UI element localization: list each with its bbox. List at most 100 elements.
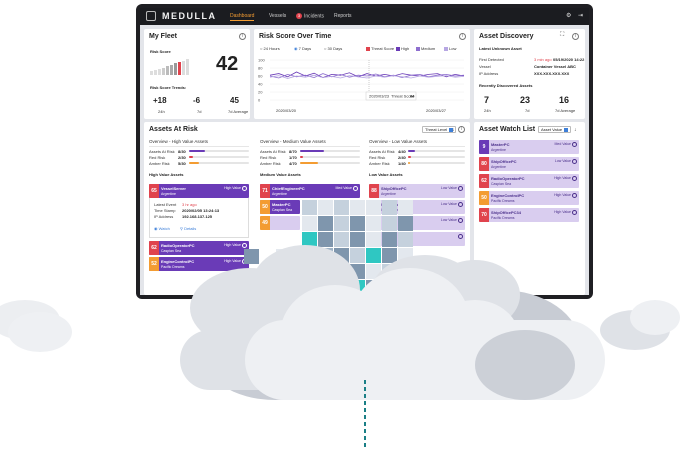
heatmap-tile[interactable] (334, 232, 349, 247)
check-icon[interactable] (572, 159, 577, 164)
heatmap-tile[interactable] (350, 200, 365, 215)
heatmap-tile[interactable] (350, 248, 365, 263)
connector-line (364, 380, 366, 450)
watch-list-item[interactable]: 70 ShipOfficePC34 Pacific Dreams High Value (479, 208, 579, 222)
asset-tag: High Value (224, 186, 241, 190)
stat-7d-caption: 7d (525, 108, 530, 113)
check-icon[interactable] (458, 186, 463, 191)
asset-tag: Low Value (440, 202, 457, 206)
eye-icon: ◉ (154, 226, 158, 231)
heatmap-tile[interactable] (398, 200, 413, 215)
heatmap-tile[interactable] (366, 216, 381, 231)
asset-row[interactable]: 49 (260, 216, 300, 230)
asset-tag: Low Value (440, 218, 457, 222)
asset-location: Pacific Dreams (491, 199, 515, 203)
heatmap-tile[interactable] (334, 200, 349, 215)
logout-icon[interactable]: ⇥ (578, 12, 583, 19)
range-30d-radio[interactable]: ○ 30 Days (324, 46, 342, 51)
check-icon[interactable] (242, 243, 247, 248)
details-button[interactable]: ⚲ Details (180, 226, 196, 231)
heatmap-tile[interactable] (366, 232, 381, 247)
range-24h-radio[interactable]: ○ 24 Hours (260, 46, 280, 51)
check-icon[interactable] (572, 142, 577, 147)
heatmap-tile[interactable] (244, 249, 259, 264)
info-icon[interactable]: i (458, 126, 465, 133)
info-icon[interactable]: i (459, 33, 466, 40)
heatmap-tile[interactable] (398, 232, 413, 247)
watch-list-item[interactable]: 9 MasterPC Argentine Med Value (479, 140, 579, 154)
heatmap-tile[interactable] (350, 232, 365, 247)
info-icon[interactable]: i (239, 33, 246, 40)
legend-high[interactable]: High (396, 46, 409, 51)
heatmap-tile[interactable] (350, 216, 365, 231)
info-icon[interactable]: i (572, 33, 579, 40)
heatmap-tile[interactable] (366, 248, 381, 263)
tooltip-value: 64 (410, 94, 415, 99)
range-label: 30 Days (327, 46, 343, 51)
y-tick-label: 40 (258, 82, 263, 87)
watch-list-item[interactable]: 50 EngineControlPC Pacific Dreams High Valu… (479, 191, 579, 205)
asset-value-select[interactable]: Asset Value (538, 126, 572, 133)
nav-reports[interactable]: Reports (334, 13, 352, 19)
asset-row[interactable]: 88 ShipOfficePC Argentine Low Value (369, 184, 465, 198)
overview-title: Overview - Low Value Assets (369, 139, 427, 144)
heatmap-tile[interactable] (366, 200, 381, 215)
heatmap-tile[interactable] (382, 200, 397, 215)
heatmap-tile[interactable] (318, 216, 333, 231)
section-title: High Value Assets (149, 172, 184, 177)
watch-list-item[interactable]: 80 ShipOfficePC Argentine Low Value (479, 157, 579, 171)
overview-row-value: 1/70 (289, 155, 297, 160)
heatmap-tile[interactable] (382, 232, 397, 247)
check-icon[interactable] (242, 186, 247, 191)
sort-icon[interactable]: ↓ (452, 127, 455, 133)
heatmap-tile[interactable] (318, 200, 333, 215)
y-tick-label: 80 (258, 66, 263, 71)
asset-location: Pacific Dreams (491, 216, 515, 220)
risk-bar (408, 150, 465, 152)
asset-location: Argentine (491, 165, 506, 169)
legend-low[interactable]: Low (444, 46, 456, 51)
divider (369, 146, 465, 147)
asset-location: Argentine (491, 148, 506, 152)
stat-avg-caption: 7d Average (555, 108, 576, 113)
divider (149, 146, 249, 147)
legend-threat-score[interactable]: Threat Score (366, 46, 394, 51)
asset-score: 62 (479, 174, 489, 188)
watch-list-item[interactable]: 62 RadioOperatorPC Caspian Sea High Value (479, 174, 579, 188)
asset-row[interactable]: 62 RadioOperatorPC Caspian Sea High Valu… (149, 241, 249, 255)
check-icon[interactable] (458, 202, 463, 207)
overview-title: Overview - Medium Value Assets (260, 139, 326, 144)
asset-row[interactable]: 65 VesselServer Argentine High Value (149, 184, 249, 198)
heatmap-tile[interactable] (398, 216, 413, 231)
sort-icon[interactable]: ↓ (574, 127, 577, 133)
heatmap-tile[interactable] (382, 216, 397, 231)
risk-line-chart[interactable]: 100806040200 2020/03/23 Threat Score 64 … (256, 56, 468, 116)
expand-icon[interactable]: ⛶ (560, 32, 564, 39)
card-title: Asset Watch List (479, 126, 536, 133)
check-icon[interactable] (572, 210, 577, 215)
field-key: Vessel (479, 64, 491, 69)
heatmap-tile[interactable] (318, 232, 333, 247)
check-icon[interactable] (353, 186, 358, 191)
asset-name: EngineControlPC (161, 259, 195, 264)
asset-location: Caspian Sea (161, 249, 182, 253)
nav-incidents[interactable]: 3 Incidents (296, 13, 324, 19)
range-7d-radio[interactable]: ◉ 7 Days (294, 46, 311, 51)
check-icon[interactable] (458, 218, 463, 223)
asset-tag: High Value (554, 210, 571, 214)
heatmap-tile[interactable] (302, 216, 317, 231)
check-icon[interactable] (458, 234, 463, 239)
asset-row[interactable]: 50 MasterPC Caspian Sea (260, 200, 300, 214)
check-icon[interactable] (572, 193, 577, 198)
detail-key: IP Address (154, 214, 174, 219)
settings-icon[interactable]: ⚙ (566, 12, 571, 19)
check-icon[interactable] (572, 176, 577, 181)
watch-button[interactable]: ◉ Watch (154, 226, 170, 231)
asset-row[interactable]: 71 ChiefEngineerPC Argentine Med Value (260, 184, 360, 198)
legend-medium[interactable]: Medium (416, 46, 435, 51)
heatmap-tile[interactable] (334, 216, 349, 231)
nav-dashboard[interactable]: Dashboard (230, 13, 255, 21)
y-tick-label: 100 (258, 58, 265, 63)
nav-vessels[interactable]: Vessels (269, 13, 286, 19)
heatmap-tile[interactable] (302, 200, 317, 215)
